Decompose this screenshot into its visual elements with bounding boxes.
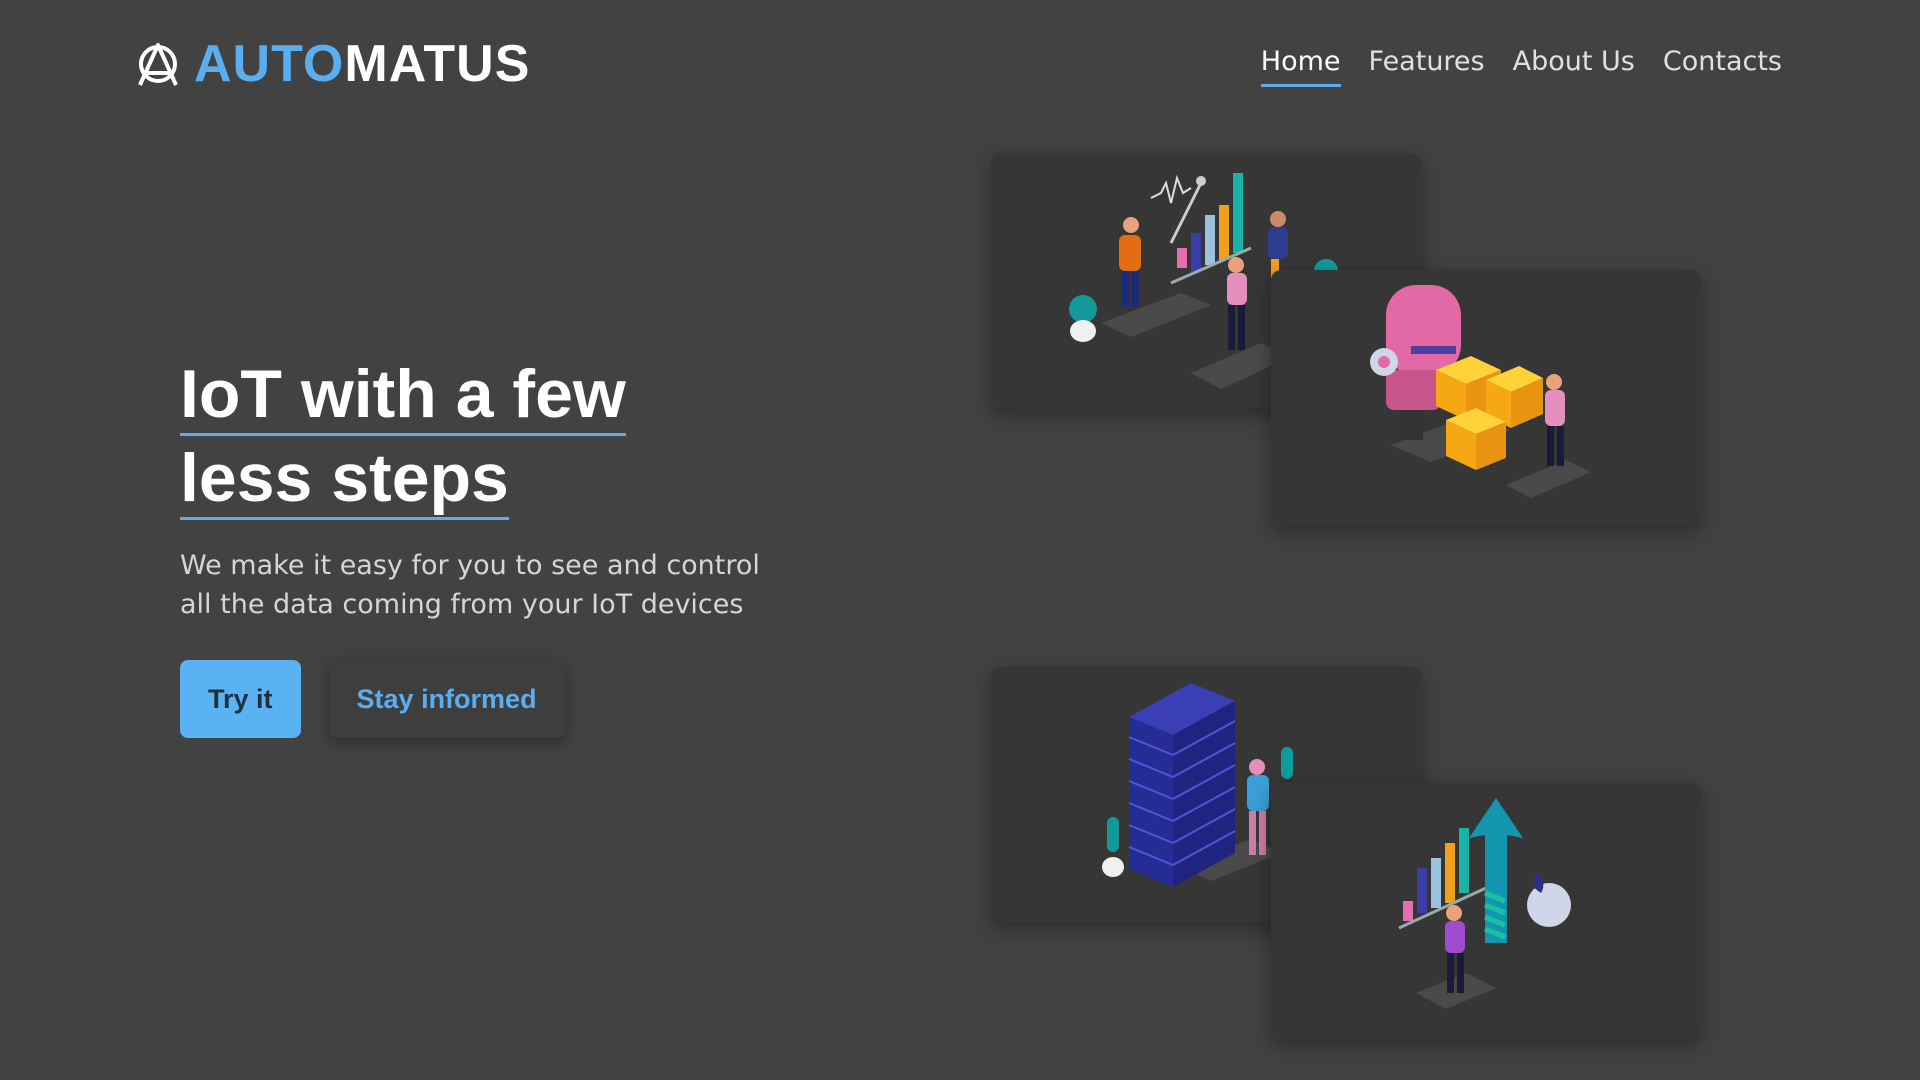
letter-a-triangle-icon [138,43,178,86]
nav-contacts[interactable]: Contacts [1663,44,1782,87]
person-orange [1119,217,1141,307]
try-it-button[interactable]: Try it [180,660,301,738]
hero-actions: Try it Stay informed [180,660,820,738]
stay-informed-button[interactable]: Stay informed [328,660,565,738]
robot-boxes-graphic [1370,285,1591,498]
hero-title: IoT with a few less steps [180,352,820,520]
brand-name-rest: MATUS [344,35,531,93]
hero-title-line-1: IoT with a few [180,355,626,436]
person-pink [1227,257,1247,350]
hero-section: IoT with a few less steps We make it eas… [180,352,820,738]
person-worker [1545,374,1565,466]
nav-home[interactable]: Home [1260,44,1341,87]
hero-title-line-2: less steps [180,439,509,520]
main-nav: Home Features About Us Contacts [1260,44,1782,87]
plant-pot [1069,295,1097,342]
nav-about-us[interactable]: About Us [1513,44,1635,87]
server-rack [1128,683,1236,887]
person-technician [1247,759,1269,855]
robot-arm [1370,285,1461,440]
hero-subtitle: We make it easy for you to see and contr… [180,550,760,620]
growth-arrow-illustration [1271,783,1701,1039]
brand-name-accent: AUTO [194,35,345,93]
brand-name: AUTOMATUS [194,34,530,94]
nav-features[interactable]: Features [1369,44,1485,87]
robot-boxes-illustration [1271,270,1701,526]
bar-chart-graphic [1398,828,1487,930]
brand-logo[interactable]: AUTOMATUS [136,34,530,94]
growth-arrow [1469,798,1523,943]
pie-chart-graphic [1527,873,1571,927]
growth-arrow-graphic [1398,798,1571,1009]
boxes-stack [1436,356,1543,470]
